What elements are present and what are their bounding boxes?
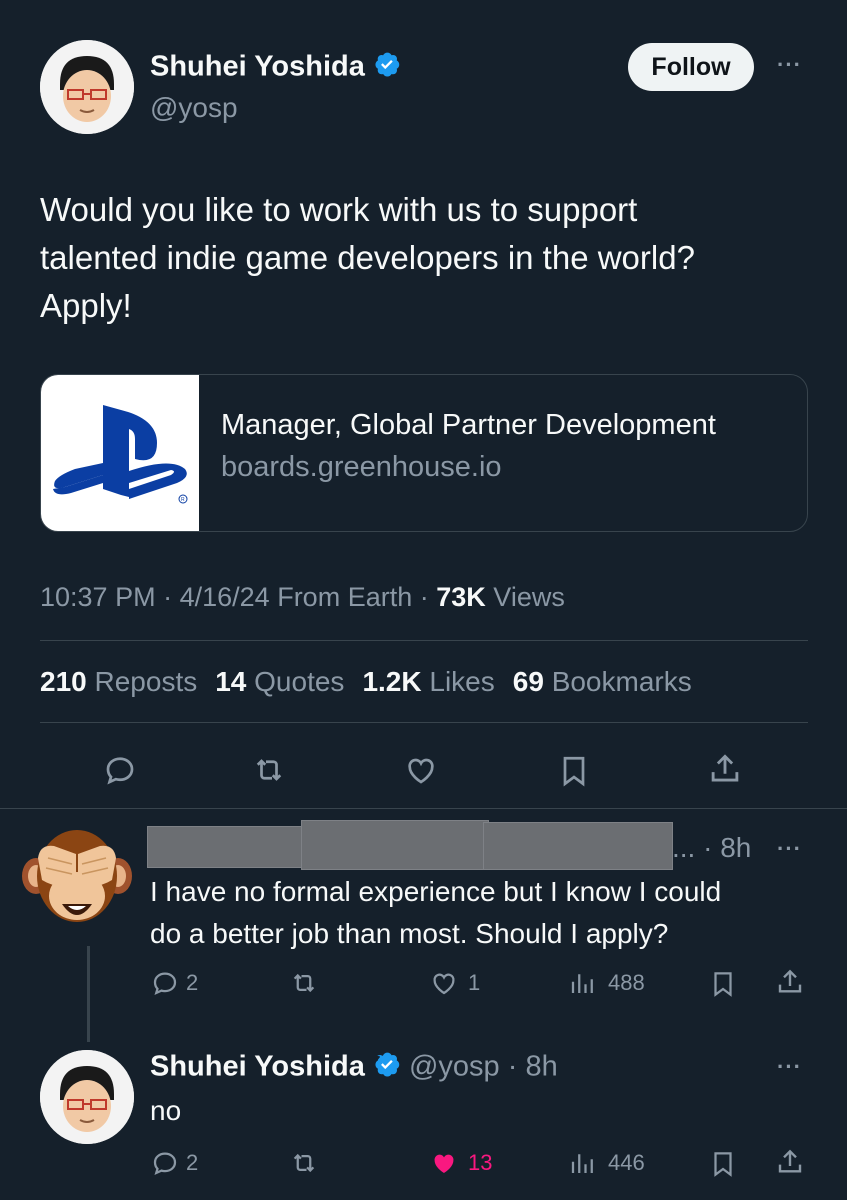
more-options-icon[interactable]: ··· — [777, 836, 802, 862]
reply-count: 2 — [186, 970, 199, 995]
card-image: R — [41, 375, 199, 531]
reply-text: I have no formal experience but I know I… — [150, 871, 721, 955]
like-icon[interactable] — [402, 752, 440, 788]
tweet-meta: 10:37 PM · 4/16/24 From Earth · 73K View… — [40, 582, 565, 612]
share-button[interactable] — [774, 1146, 806, 1178]
views-count: 73K — [436, 582, 486, 612]
bookmark-button[interactable] — [708, 968, 738, 1000]
bookmarks-count: 69 — [512, 666, 544, 697]
likes-label: Likes — [429, 666, 495, 697]
divider — [40, 640, 808, 641]
redacted-name — [301, 820, 489, 870]
tweet-text-line: Would you like to work with us to suppor… — [40, 191, 638, 228]
repost-button[interactable] — [288, 1148, 320, 1178]
card-domain: boards.greenhouse.io — [221, 451, 502, 483]
redacted-ellipsis: ... — [672, 832, 696, 863]
reply-author-line: Shuhei Yoshida @yosp · 8h — [150, 1050, 558, 1086]
like-count: 13 — [468, 1150, 493, 1175]
tweet-source: From Earth — [277, 582, 413, 612]
analytics-icon — [571, 1154, 593, 1173]
views-label: Views — [493, 582, 565, 612]
reposts-count: 210 — [40, 666, 87, 697]
likes-stat[interactable]: 1.2K Likes — [362, 666, 494, 698]
more-options-icon[interactable]: ··· — [777, 1054, 802, 1080]
like-button[interactable]: 1 — [428, 968, 480, 998]
verified-badge-icon — [373, 50, 401, 86]
likes-count: 1.2K — [362, 666, 422, 697]
reply-icon[interactable] — [102, 752, 138, 788]
author-avatar[interactable] — [40, 40, 134, 134]
quotes-label: Quotes — [254, 666, 345, 697]
link-card[interactable]: R Manager, Global Partner Development bo… — [40, 374, 808, 532]
reply-text: no — [150, 1095, 182, 1126]
share-icon[interactable] — [706, 750, 744, 788]
bookmarks-label: Bookmarks — [551, 666, 692, 697]
share-button[interactable] — [774, 966, 806, 998]
repost-icon — [293, 973, 315, 993]
reply-text-line: I have no formal experience but I know I… — [150, 876, 722, 907]
card-body: Manager, Global Partner Development boar… — [199, 375, 736, 531]
engagement-stats: 210 Reposts 14 Quotes 1.2K Likes 69 Book… — [40, 666, 692, 698]
verified-badge-icon — [373, 1050, 401, 1086]
reply-text-line: do a better job than most. Should I appl… — [150, 918, 669, 949]
quotes-count: 14 — [215, 666, 247, 697]
person-avatar-icon — [40, 1050, 134, 1144]
repost-icon — [293, 1153, 315, 1173]
redacted-name — [147, 826, 307, 868]
reply-time[interactable]: 8h — [720, 832, 751, 863]
reply-avatar[interactable] — [18, 818, 136, 936]
reply-button[interactable]: 2 — [150, 968, 198, 998]
bookmarks-stat[interactable]: 69 Bookmarks — [513, 666, 692, 698]
reposts-stat[interactable]: 210 Reposts — [40, 666, 197, 698]
views-count: 488 — [608, 970, 645, 995]
views-button[interactable]: 488 — [568, 968, 645, 998]
divider — [0, 808, 847, 809]
views-button[interactable]: 446 — [568, 1148, 645, 1178]
bookmark-icon — [714, 972, 732, 997]
reply-icon — [153, 972, 177, 996]
see-no-evil-monkey-icon — [22, 830, 132, 922]
reply-button[interactable]: 2 — [150, 1148, 198, 1178]
bookmark-icon[interactable] — [556, 752, 592, 790]
reply-time[interactable]: 8h — [525, 1051, 557, 1083]
reply-count: 2 — [186, 1150, 199, 1175]
thread-line — [87, 946, 90, 1042]
bookmark-button[interactable] — [708, 1148, 738, 1180]
author-avatar[interactable] — [40, 1050, 134, 1144]
divider — [40, 722, 808, 723]
like-icon — [433, 973, 455, 995]
repost-icon[interactable] — [250, 752, 288, 788]
author-handle[interactable]: @yosp — [409, 1051, 500, 1083]
reply-meta: ... · 8h — [672, 832, 752, 863]
author-name[interactable]: Shuhei Yoshida — [150, 1051, 365, 1083]
tweet-time[interactable]: 10:37 PM — [40, 582, 156, 612]
follow-button[interactable]: Follow — [628, 43, 754, 91]
share-icon — [778, 1149, 802, 1173]
analytics-icon — [571, 974, 593, 993]
bookmark-icon — [714, 1152, 732, 1177]
tweet-date[interactable]: 4/16/24 — [180, 582, 270, 612]
author-handle[interactable]: @yosp — [150, 92, 238, 124]
card-title: Manager, Global Partner Development — [221, 409, 716, 441]
views-count: 446 — [608, 1150, 645, 1175]
redacted-name — [483, 822, 673, 870]
like-count: 1 — [468, 970, 481, 995]
author-line: Shuhei Yoshida — [150, 50, 401, 86]
like-button[interactable]: 13 — [428, 1148, 492, 1178]
more-options-icon[interactable]: ··· — [777, 52, 802, 78]
reposts-label: Reposts — [94, 666, 198, 697]
person-avatar-icon — [40, 40, 134, 134]
tweet-text-line: talented indie game developers in the wo… — [40, 239, 695, 276]
liked-heart-icon — [434, 1154, 454, 1173]
tweet-text-line: Apply! — [40, 287, 132, 324]
share-icon — [778, 969, 802, 993]
quotes-stat[interactable]: 14 Quotes — [215, 666, 344, 698]
author-name[interactable]: Shuhei Yoshida — [150, 51, 365, 83]
repost-button[interactable] — [288, 968, 320, 998]
tweet-text: Would you like to work with us to suppor… — [40, 186, 695, 330]
playstation-logo-icon: R — [53, 405, 188, 504]
svg-text:R: R — [181, 497, 185, 503]
reply-icon — [153, 1152, 177, 1176]
